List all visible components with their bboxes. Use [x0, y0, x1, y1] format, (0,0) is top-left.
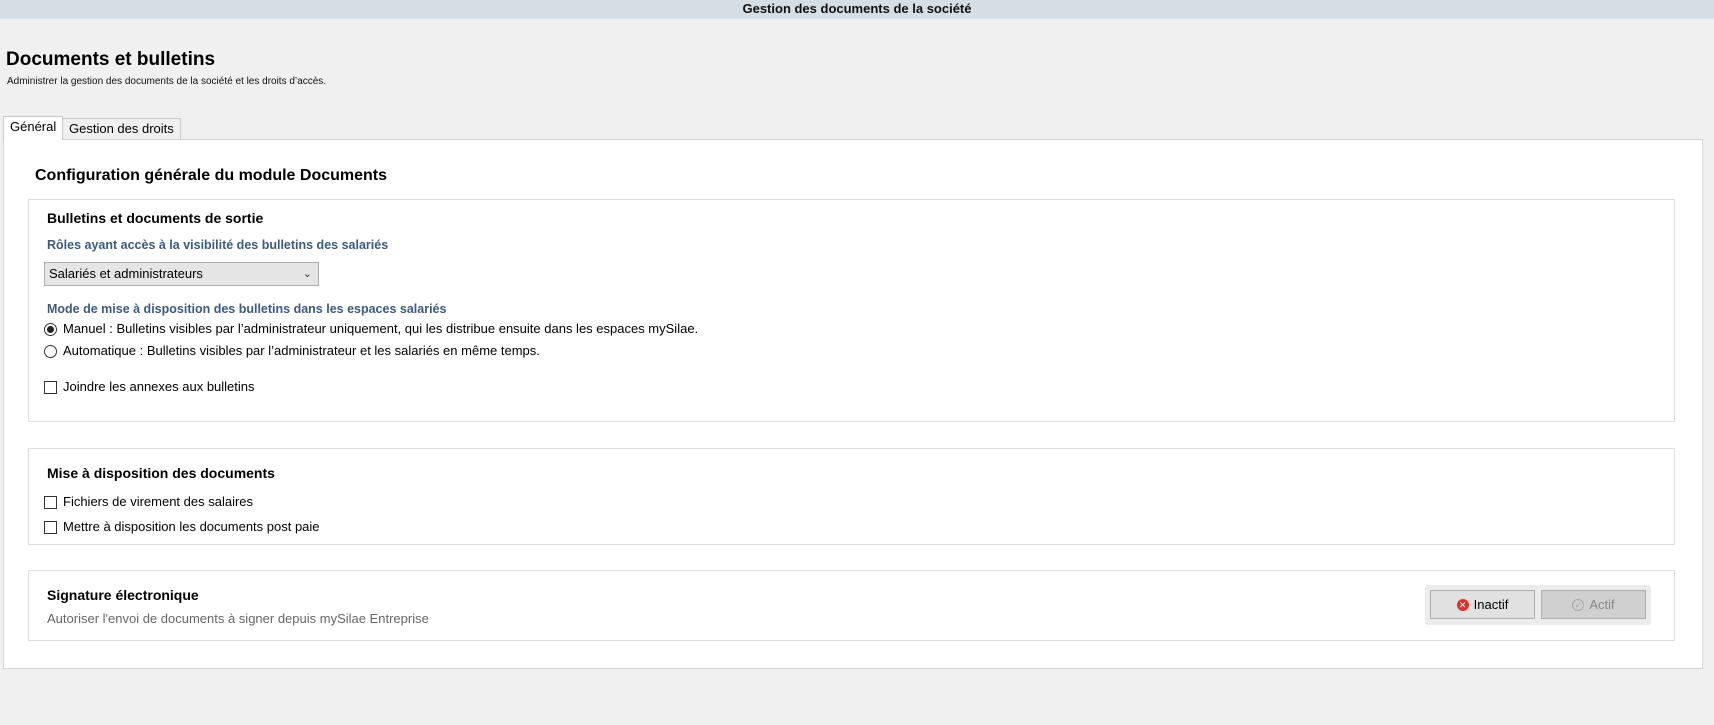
tab-general[interactable]: Général — [3, 116, 64, 140]
checkbox-icon[interactable] — [44, 495, 57, 509]
window-title: Gestion des documents de la société — [0, 0, 1714, 19]
virement-checkbox[interactable]: Fichiers de virement des salaires — [44, 494, 253, 510]
radio-unchecked-icon[interactable] — [44, 344, 57, 358]
virement-checkbox-label: Fichiers de virement des salaires — [63, 494, 254, 509]
roles-select-value: Salariés et administrateurs — [49, 266, 203, 281]
page-subtitle: Administrer la gestion des documents de … — [7, 76, 327, 87]
roles-label: Rôles ayant accès à la visibilité des bu… — [47, 238, 389, 252]
annexes-checkbox-label: Joindre les annexes aux bulletins — [63, 379, 255, 394]
inactif-button-label: Inactif — [1473, 597, 1509, 612]
signature-description: Autoriser l'envoi de documents à signer … — [47, 611, 429, 626]
mode-radio-automatique[interactable]: Automatique : Bulletins visibles par l’a… — [44, 343, 540, 359]
documents-title: Mise à disposition des documents — [47, 465, 275, 481]
annexes-checkbox[interactable]: Joindre les annexes aux bulletins — [44, 379, 255, 395]
page-title: Documents et bulletins — [6, 49, 216, 70]
post-paie-checkbox[interactable]: Mettre à disposition les documents post … — [44, 519, 320, 535]
radio-checked-icon[interactable] — [44, 322, 57, 336]
mode-label: Mode de mise à disposition des bulletins… — [47, 302, 447, 316]
section-heading: Configuration générale du module Documen… — [35, 167, 388, 184]
signature-title: Signature électronique — [47, 587, 199, 603]
tab-gestion-des-droits[interactable]: Gestion des droits — [62, 118, 181, 140]
roles-select[interactable]: Salariés et administrateurs ⌄ — [44, 262, 319, 286]
checkbox-icon[interactable] — [44, 380, 57, 394]
mode-radio-manuel-label: Manuel : Bulletins visibles par l’admini… — [63, 321, 699, 336]
chevron-down-icon: ⌄ — [302, 268, 312, 280]
post-paie-checkbox-label: Mettre à disposition les documents post … — [63, 519, 320, 534]
actif-button-label: Actif — [1589, 597, 1615, 612]
actif-button[interactable]: ✓ Actif — [1541, 590, 1646, 619]
mode-radio-manuel[interactable]: Manuel : Bulletins visibles par l’admini… — [44, 321, 698, 337]
mode-radio-automatique-label: Automatique : Bulletins visibles par l’a… — [63, 343, 540, 358]
check-circle-icon: ✓ — [1572, 598, 1585, 611]
signature-toggle: ✕ Inactif ✓ Actif — [1425, 585, 1651, 625]
x-circle-icon: ✕ — [1456, 598, 1469, 611]
inactif-button[interactable]: ✕ Inactif — [1430, 590, 1535, 619]
bulletins-title: Bulletins et documents de sortie — [47, 210, 264, 226]
checkbox-icon[interactable] — [44, 520, 57, 534]
